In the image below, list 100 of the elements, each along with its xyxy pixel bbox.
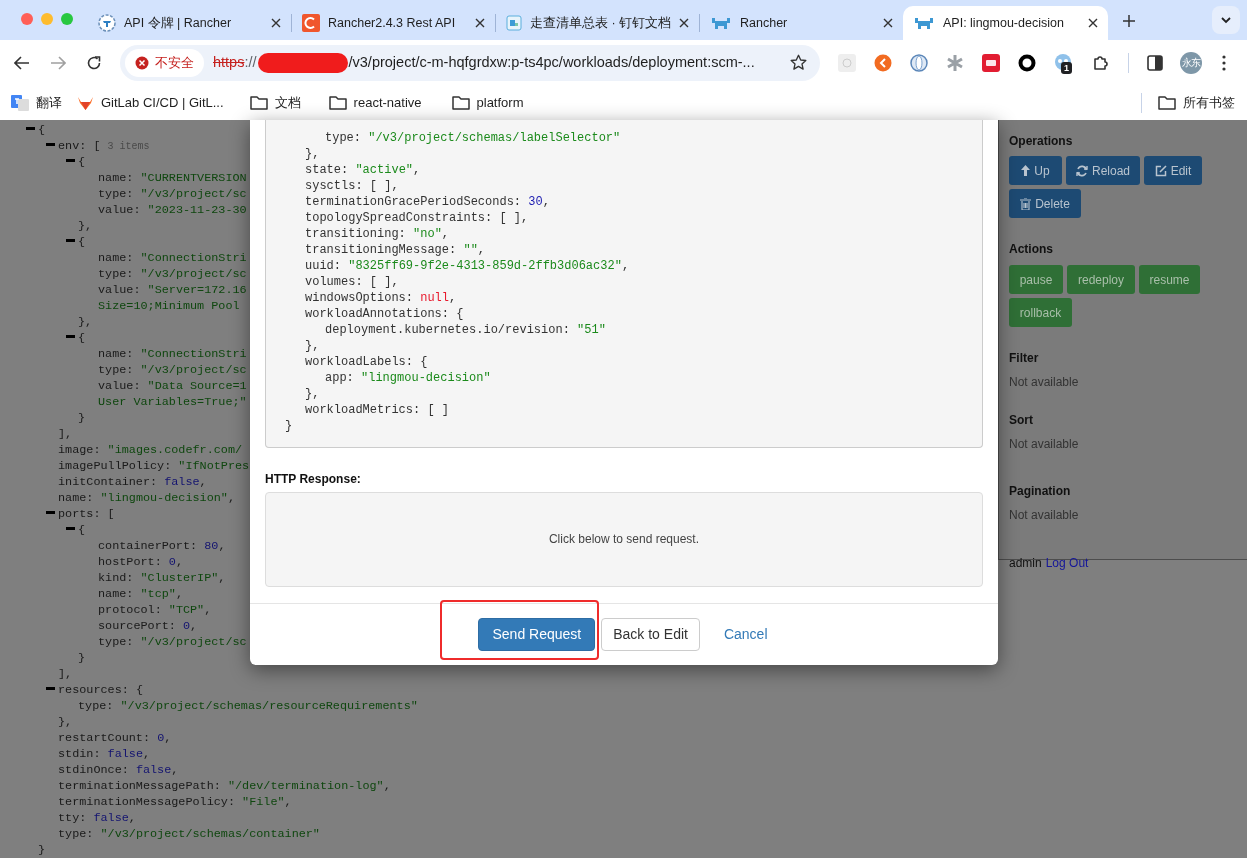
code-line: resources: {: [58, 683, 143, 697]
close-icon[interactable]: [475, 18, 485, 28]
code-line: ports: [: [58, 507, 115, 521]
code-line: type: "/v3/project/sc: [98, 635, 247, 649]
section-text: Not available: [1009, 436, 1080, 453]
code-line: hostPort: 0,: [98, 555, 183, 569]
code-line: kind: "ClusterIP",: [98, 571, 226, 585]
section-title: Actions: [1009, 241, 1054, 258]
operation-button[interactable]: Up: [1009, 156, 1062, 185]
asterisk-icon[interactable]: [946, 53, 964, 72]
folder-icon: [451, 95, 470, 110]
code-line: app: "lingmou-decision": [325, 371, 491, 385]
code-line: type: "/v3/project/schemas/resourceRequirements": [78, 699, 418, 713]
collapse-toggle[interactable]: [66, 239, 75, 242]
code-line: },: [305, 387, 320, 401]
code-line: terminationMessagePolicy: "File",: [58, 795, 292, 809]
section-text: Not available: [1009, 507, 1080, 524]
favicon-icon: [506, 15, 522, 31]
code-line: ],: [58, 667, 73, 681]
code-line: initContainer: false,: [58, 475, 207, 489]
code-line: ],: [58, 427, 73, 441]
close-icon[interactable]: [883, 18, 893, 28]
code-line: {: [78, 235, 86, 249]
back-arrow-icon[interactable]: [14, 55, 30, 70]
bookmark-item[interactable]: 翻译: [11, 92, 62, 113]
code-line: },: [305, 147, 320, 161]
section-title: Sort: [1009, 412, 1034, 429]
close-icon[interactable]: [271, 18, 281, 28]
code-line: type: "/v3/project/sc: [98, 267, 247, 281]
bookmark-item[interactable]: 所有书签: [1158, 92, 1235, 113]
code-line: type: "/v3/project/schemas/labelSelector": [325, 131, 621, 145]
folder-icon: [328, 95, 347, 110]
code-line: {: [78, 523, 86, 537]
code-line: workloadAnnotations: {: [305, 307, 464, 321]
favicon-icon: [913, 15, 935, 31]
forward-arrow-icon[interactable]: [50, 55, 66, 70]
code-line: {: [78, 331, 86, 345]
browser-tab[interactable]: API 令牌 | Rancher: [88, 6, 291, 40]
code-line: type: "/v3/project/sc: [98, 187, 247, 201]
operation-button[interactable]: Delete: [1009, 189, 1081, 218]
code-line: transitioningMessage: "",: [305, 243, 486, 257]
new-tab-icon[interactable]: [1122, 14, 1136, 28]
collapse-toggle[interactable]: [66, 335, 75, 338]
ring-icon[interactable]: [1018, 53, 1036, 72]
browser-tab[interactable]: 走查清单总表 · 钉钉文档: [496, 6, 699, 40]
close-icon[interactable]: [679, 18, 689, 28]
code-line: value: "Data Source=1: [98, 379, 247, 393]
code-line: type: "/v3/project/schemas/container": [58, 827, 320, 841]
tab-search-button[interactable]: [1212, 6, 1240, 34]
response-label: HTTP Response:: [265, 470, 362, 488]
code-line: state: "active",: [305, 163, 421, 177]
section-text: Not available: [1009, 374, 1080, 391]
code-line: workloadLabels: {: [305, 355, 428, 369]
puzzle-icon[interactable]: [1092, 53, 1110, 72]
code-line: value: "2023-11-23-30: [98, 203, 247, 217]
browser-tab[interactable]: Rancher: [700, 6, 903, 40]
favicon-icon: [710, 15, 732, 31]
menu-icon[interactable]: [1222, 54, 1226, 71]
cancel-link[interactable]: Cancel: [711, 617, 780, 651]
collapse-toggle[interactable]: [66, 527, 75, 530]
star-icon[interactable]: [790, 54, 807, 71]
operation-button[interactable]: Reload: [1066, 156, 1140, 185]
collapse-toggle[interactable]: [46, 687, 55, 690]
browser-tab[interactable]: API: lingmou-decision: [903, 6, 1108, 40]
trash-icon: [1020, 197, 1032, 210]
code-line: image: "images.codefr.com/: [58, 443, 243, 457]
chevron-down-icon: [1221, 16, 1231, 24]
address-bar[interactable]: 不安全 https:// /v3/project/c-m-hqfgrdxw:p-ts4pc/workloads/deployment:scm-...: [120, 44, 820, 81]
close-icon[interactable]: [1088, 18, 1098, 28]
collapse-toggle[interactable]: [26, 127, 35, 130]
collapse-toggle[interactable]: [66, 159, 75, 162]
favicon-icon: [302, 14, 320, 32]
browser-tab[interactable]: Rancher2.4.3 Rest API: [292, 6, 495, 40]
bookmark-item[interactable]: 文档: [249, 92, 301, 113]
code-line: name: "ConnectionStri: [98, 347, 247, 361]
bookmark-item[interactable]: platform: [451, 92, 524, 113]
bookmark-item[interactable]: GitLab CI/CD | GitL...: [77, 92, 224, 113]
arrow-up-icon: [1021, 165, 1031, 176]
code-line: terminationMessagePath: "/dev/termination-log",: [58, 779, 391, 793]
bookmark-item[interactable]: react-native: [328, 92, 422, 113]
section-title: Filter: [1009, 350, 1040, 367]
code-line: tty: false,: [58, 811, 136, 825]
collapse-toggle[interactable]: [46, 511, 55, 514]
dialog-button[interactable]: Send Request: [478, 617, 596, 651]
code-line: }: [285, 419, 293, 433]
code-line: topologySpreadConstraints: [ ],: [305, 211, 529, 225]
collapse-toggle[interactable]: [46, 143, 55, 146]
code-line: name: "tcp",: [98, 587, 183, 601]
folder-icon: [1158, 95, 1176, 110]
operation-button[interactable]: Edit: [1144, 156, 1202, 185]
side-panel-icon[interactable]: [1147, 54, 1163, 71]
code-line: workloadMetrics: [ ]: [305, 403, 450, 417]
dialog-button[interactable]: Back to Edit: [601, 617, 700, 651]
url-separator: ://: [244, 52, 257, 72]
code-line: name: "ConnectionStri: [98, 251, 247, 265]
reload-icon[interactable]: [86, 54, 102, 71]
security-chip[interactable]: 不安全: [125, 48, 204, 77]
code-line: }: [78, 411, 86, 425]
code-line: stdinOnce: false,: [58, 763, 179, 777]
code-line: stdin: false,: [58, 747, 151, 761]
